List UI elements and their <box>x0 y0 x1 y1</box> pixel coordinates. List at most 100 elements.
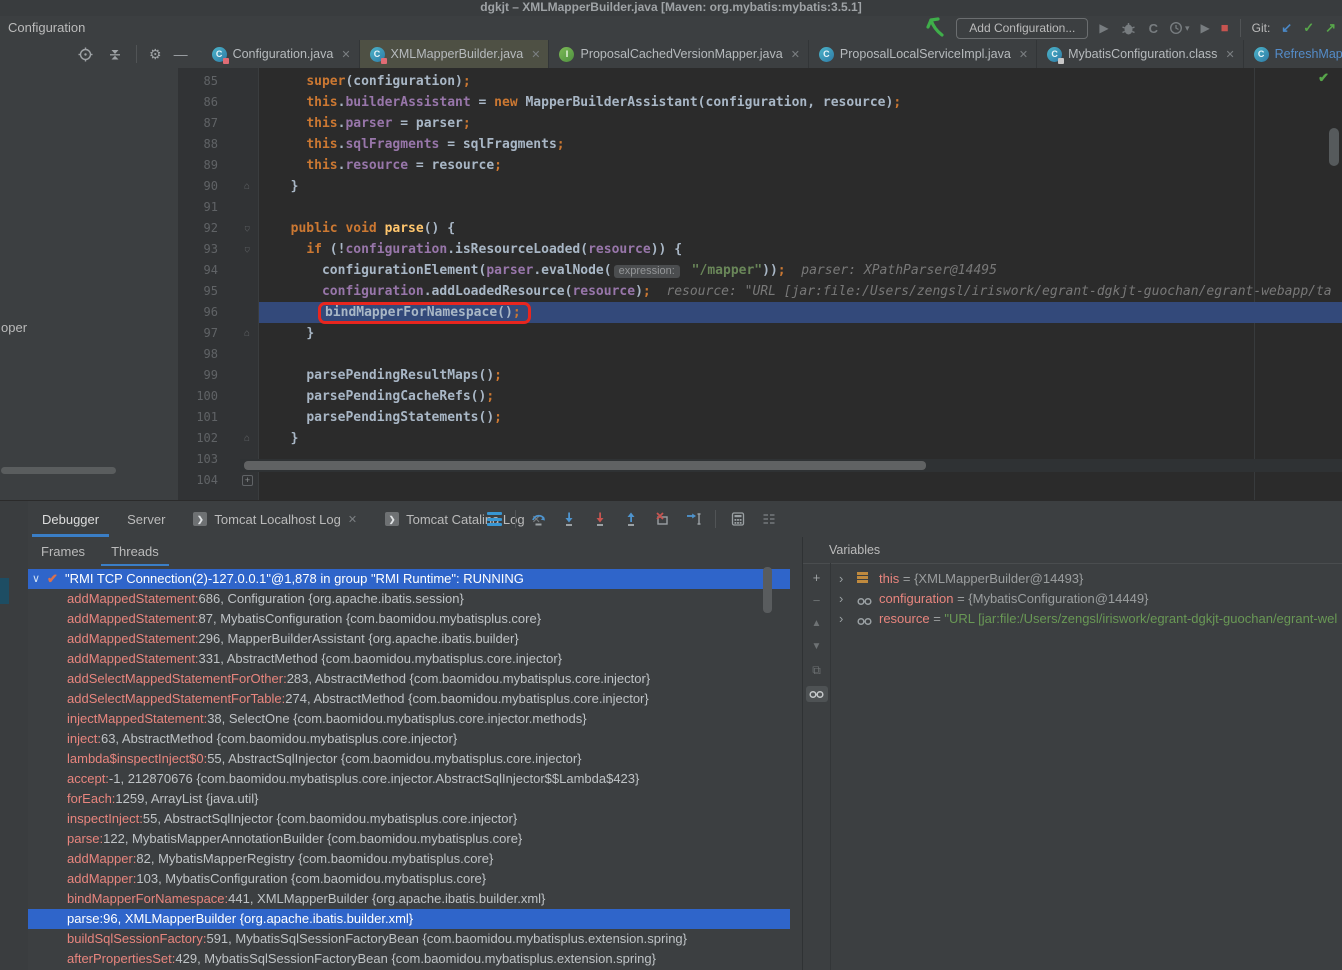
editor-tab[interactable]: CMybatisConfiguration.class✕ <box>1037 40 1244 68</box>
code-line[interactable]: 97⌂ } <box>178 323 1342 344</box>
run-button[interactable]: ▶ <box>1099 20 1108 36</box>
line-number[interactable]: 101 <box>178 407 218 428</box>
force-step-into-icon[interactable] <box>591 510 609 528</box>
step-out-icon[interactable] <box>622 510 640 528</box>
editor-tab[interactable]: CRefreshMapperCache.java✕ <box>1244 40 1342 68</box>
code-line[interactable]: 94 configurationElement(parser.evalNode(… <box>178 260 1342 281</box>
code-line[interactable]: 95 configuration.addLoadedResource(resou… <box>178 281 1342 302</box>
editor-tab[interactable]: CConfiguration.java✕ <box>202 40 360 68</box>
fold-marker-icon[interactable]: + <box>242 475 253 486</box>
close-icon[interactable]: ✕ <box>341 48 350 61</box>
line-number[interactable]: 102 <box>178 428 218 449</box>
variable-row[interactable]: ›resource = "URL [jar:file:/Users/zengsl… <box>831 609 1342 629</box>
chevron-right-icon[interactable]: › <box>839 609 843 629</box>
stack-frame[interactable]: forEach:1259, ArrayList {java.util} <box>28 789 790 809</box>
show-watches-icon[interactable] <box>806 686 828 702</box>
fold-marker-icon[interactable]: ⌂ <box>240 218 254 239</box>
code-line[interactable]: 87 this.parser = parser; <box>178 113 1342 134</box>
stack-frame[interactable]: addMappedStatement:331, AbstractMethod {… <box>28 649 790 669</box>
code-line[interactable]: 101 parsePendingStatements(); <box>178 407 1342 428</box>
scrollbar-thumb[interactable] <box>1 467 116 474</box>
stack-frame[interactable]: parse:122, MybatisMapperAnnotationBuilde… <box>28 829 790 849</box>
git-commit-icon[interactable]: ✓ <box>1303 20 1314 36</box>
add-configuration-button[interactable]: Add Configuration... <box>956 18 1088 39</box>
frames-list[interactable]: ∨✔"RMI TCP Connection(2)-127.0.0.1"@1,87… <box>28 569 790 970</box>
thread-row[interactable]: ∨✔"RMI TCP Connection(2)-127.0.0.1"@1,87… <box>28 569 790 589</box>
stack-frame[interactable]: afterPropertiesSet:429, MybatisSqlSessio… <box>28 949 790 969</box>
line-number[interactable]: 97 <box>178 323 218 344</box>
debug-tab-server[interactable]: Server <box>113 501 179 537</box>
code-lines[interactable]: 85 super(configuration);86 this.builderA… <box>178 71 1342 491</box>
code-line[interactable]: 93⌂ if (!configuration.isResourceLoaded(… <box>178 239 1342 260</box>
fold-marker-icon[interactable]: ⌂ <box>240 428 254 449</box>
duplicate-watch-icon[interactable]: ⧉ <box>812 663 821 677</box>
collapse-all-icon[interactable] <box>106 45 124 63</box>
run-to-cursor-icon[interactable] <box>684 510 702 528</box>
code-line[interactable]: 100 parsePendingCacheRefs(); <box>178 386 1342 407</box>
line-number[interactable]: 103 <box>178 449 218 470</box>
line-number[interactable]: 94 <box>178 260 218 281</box>
close-icon[interactable]: ✕ <box>1225 48 1234 61</box>
git-update-icon[interactable]: ↙ <box>1281 20 1292 36</box>
code-line[interactable]: 90⌂ } <box>178 176 1342 197</box>
close-icon[interactable]: ✕ <box>1019 48 1028 61</box>
inspections-ok-icon[interactable]: ✔ <box>1318 70 1329 86</box>
line-number[interactable]: 99 <box>178 365 218 386</box>
fold-marker-icon[interactable]: ⌂ <box>240 323 254 344</box>
editor-tab[interactable]: CProposalLocalServiceImpl.java✕ <box>809 40 1037 68</box>
line-number[interactable]: 91 <box>178 197 218 218</box>
debug-tab-debugger[interactable]: Debugger <box>28 501 113 537</box>
hide-panel-icon[interactable]: — <box>174 47 188 61</box>
code-line[interactable]: 92⌂ public void parse() { <box>178 218 1342 239</box>
variable-row[interactable]: ›configuration = {MybatisConfiguration@1… <box>831 589 1342 609</box>
stack-frame[interactable]: parse:96, XMLMapperBuilder {org.apache.i… <box>28 909 790 929</box>
profiler-button[interactable]: ▾ <box>1169 21 1190 35</box>
line-number[interactable]: 92 <box>178 218 218 239</box>
code-line[interactable]: 102⌂ } <box>178 428 1342 449</box>
code-line[interactable]: 89 this.resource = resource; <box>178 155 1342 176</box>
line-number[interactable]: 95 <box>178 281 218 302</box>
step-over-icon[interactable] <box>529 510 547 528</box>
gear-icon[interactable]: ⚙ <box>149 47 162 61</box>
editor-tab[interactable]: IProposalCachedVersionMapper.java✕ <box>549 40 808 68</box>
variables-tree[interactable]: ›this = {XMLMapperBuilder@14493}›configu… <box>831 569 1342 970</box>
chevron-right-icon[interactable]: › <box>839 589 843 609</box>
stack-frame[interactable]: addMappedStatement:686, Configuration {o… <box>28 589 790 609</box>
layout-menu-icon[interactable] <box>487 512 502 526</box>
scrollbar-thumb[interactable] <box>244 461 926 470</box>
stack-frame[interactable]: addSelectMappedStatementForTable:274, Ab… <box>28 689 790 709</box>
stop-button[interactable]: ■ <box>1221 20 1229 36</box>
stack-frame[interactable]: addMappedStatement:296, MapperBuilderAss… <box>28 629 790 649</box>
restore-layout-icon[interactable] <box>760 510 778 528</box>
evaluate-expression-icon[interactable] <box>729 510 747 528</box>
debug-bug-icon[interactable] <box>1120 19 1138 37</box>
stack-frame[interactable]: accept:-1, 212870676 {com.baomidou.mybat… <box>28 769 790 789</box>
line-number[interactable]: 100 <box>178 386 218 407</box>
line-number[interactable]: 87 <box>178 113 218 134</box>
line-number[interactable]: 85 <box>178 71 218 92</box>
coverage-button[interactable]: C <box>1149 21 1158 36</box>
line-number[interactable]: 86 <box>178 92 218 113</box>
stack-frame[interactable]: lambda$inspectInject$0:55, AbstractSqlIn… <box>28 749 790 769</box>
fold-marker-icon[interactable]: ⌂ <box>240 239 254 260</box>
code-line[interactable]: 88 this.sqlFragments = sqlFragments; <box>178 134 1342 155</box>
left-panel-hscrollbar[interactable] <box>0 466 178 475</box>
stack-frame[interactable]: injectMappedStatement:38, SelectOne {com… <box>28 709 790 729</box>
line-number[interactable]: 89 <box>178 155 218 176</box>
line-number[interactable]: 98 <box>178 344 218 365</box>
code-line[interactable]: 86 this.builderAssistant = new MapperBui… <box>178 92 1342 113</box>
git-push-icon[interactable]: ↗ <box>1325 20 1336 36</box>
stack-frame[interactable]: addMappedStatement:87, MybatisConfigurat… <box>28 609 790 629</box>
stack-frame[interactable]: inject:63, AbstractMethod {com.baomidou.… <box>28 729 790 749</box>
tab-threads[interactable]: Threads <box>98 537 172 567</box>
code-line[interactable]: 104+ <box>178 470 1342 491</box>
scroll-to-source-icon[interactable] <box>76 45 94 63</box>
fold-marker-icon[interactable]: ⌂ <box>240 176 254 197</box>
code-line[interactable]: 96 bindMapperForNamespace(); <box>178 302 1342 323</box>
stack-frame[interactable]: inspectInject:55, AbstractSqlInjector {c… <box>28 809 790 829</box>
close-icon[interactable]: ✕ <box>791 48 800 61</box>
add-watch-icon[interactable]: + <box>813 571 821 585</box>
step-into-icon[interactable] <box>560 510 578 528</box>
chevron-down-icon[interactable]: ∨ <box>32 569 40 589</box>
debug-tab-tomcat-localhost-log[interactable]: ❯Tomcat Localhost Log✕ <box>179 501 371 537</box>
